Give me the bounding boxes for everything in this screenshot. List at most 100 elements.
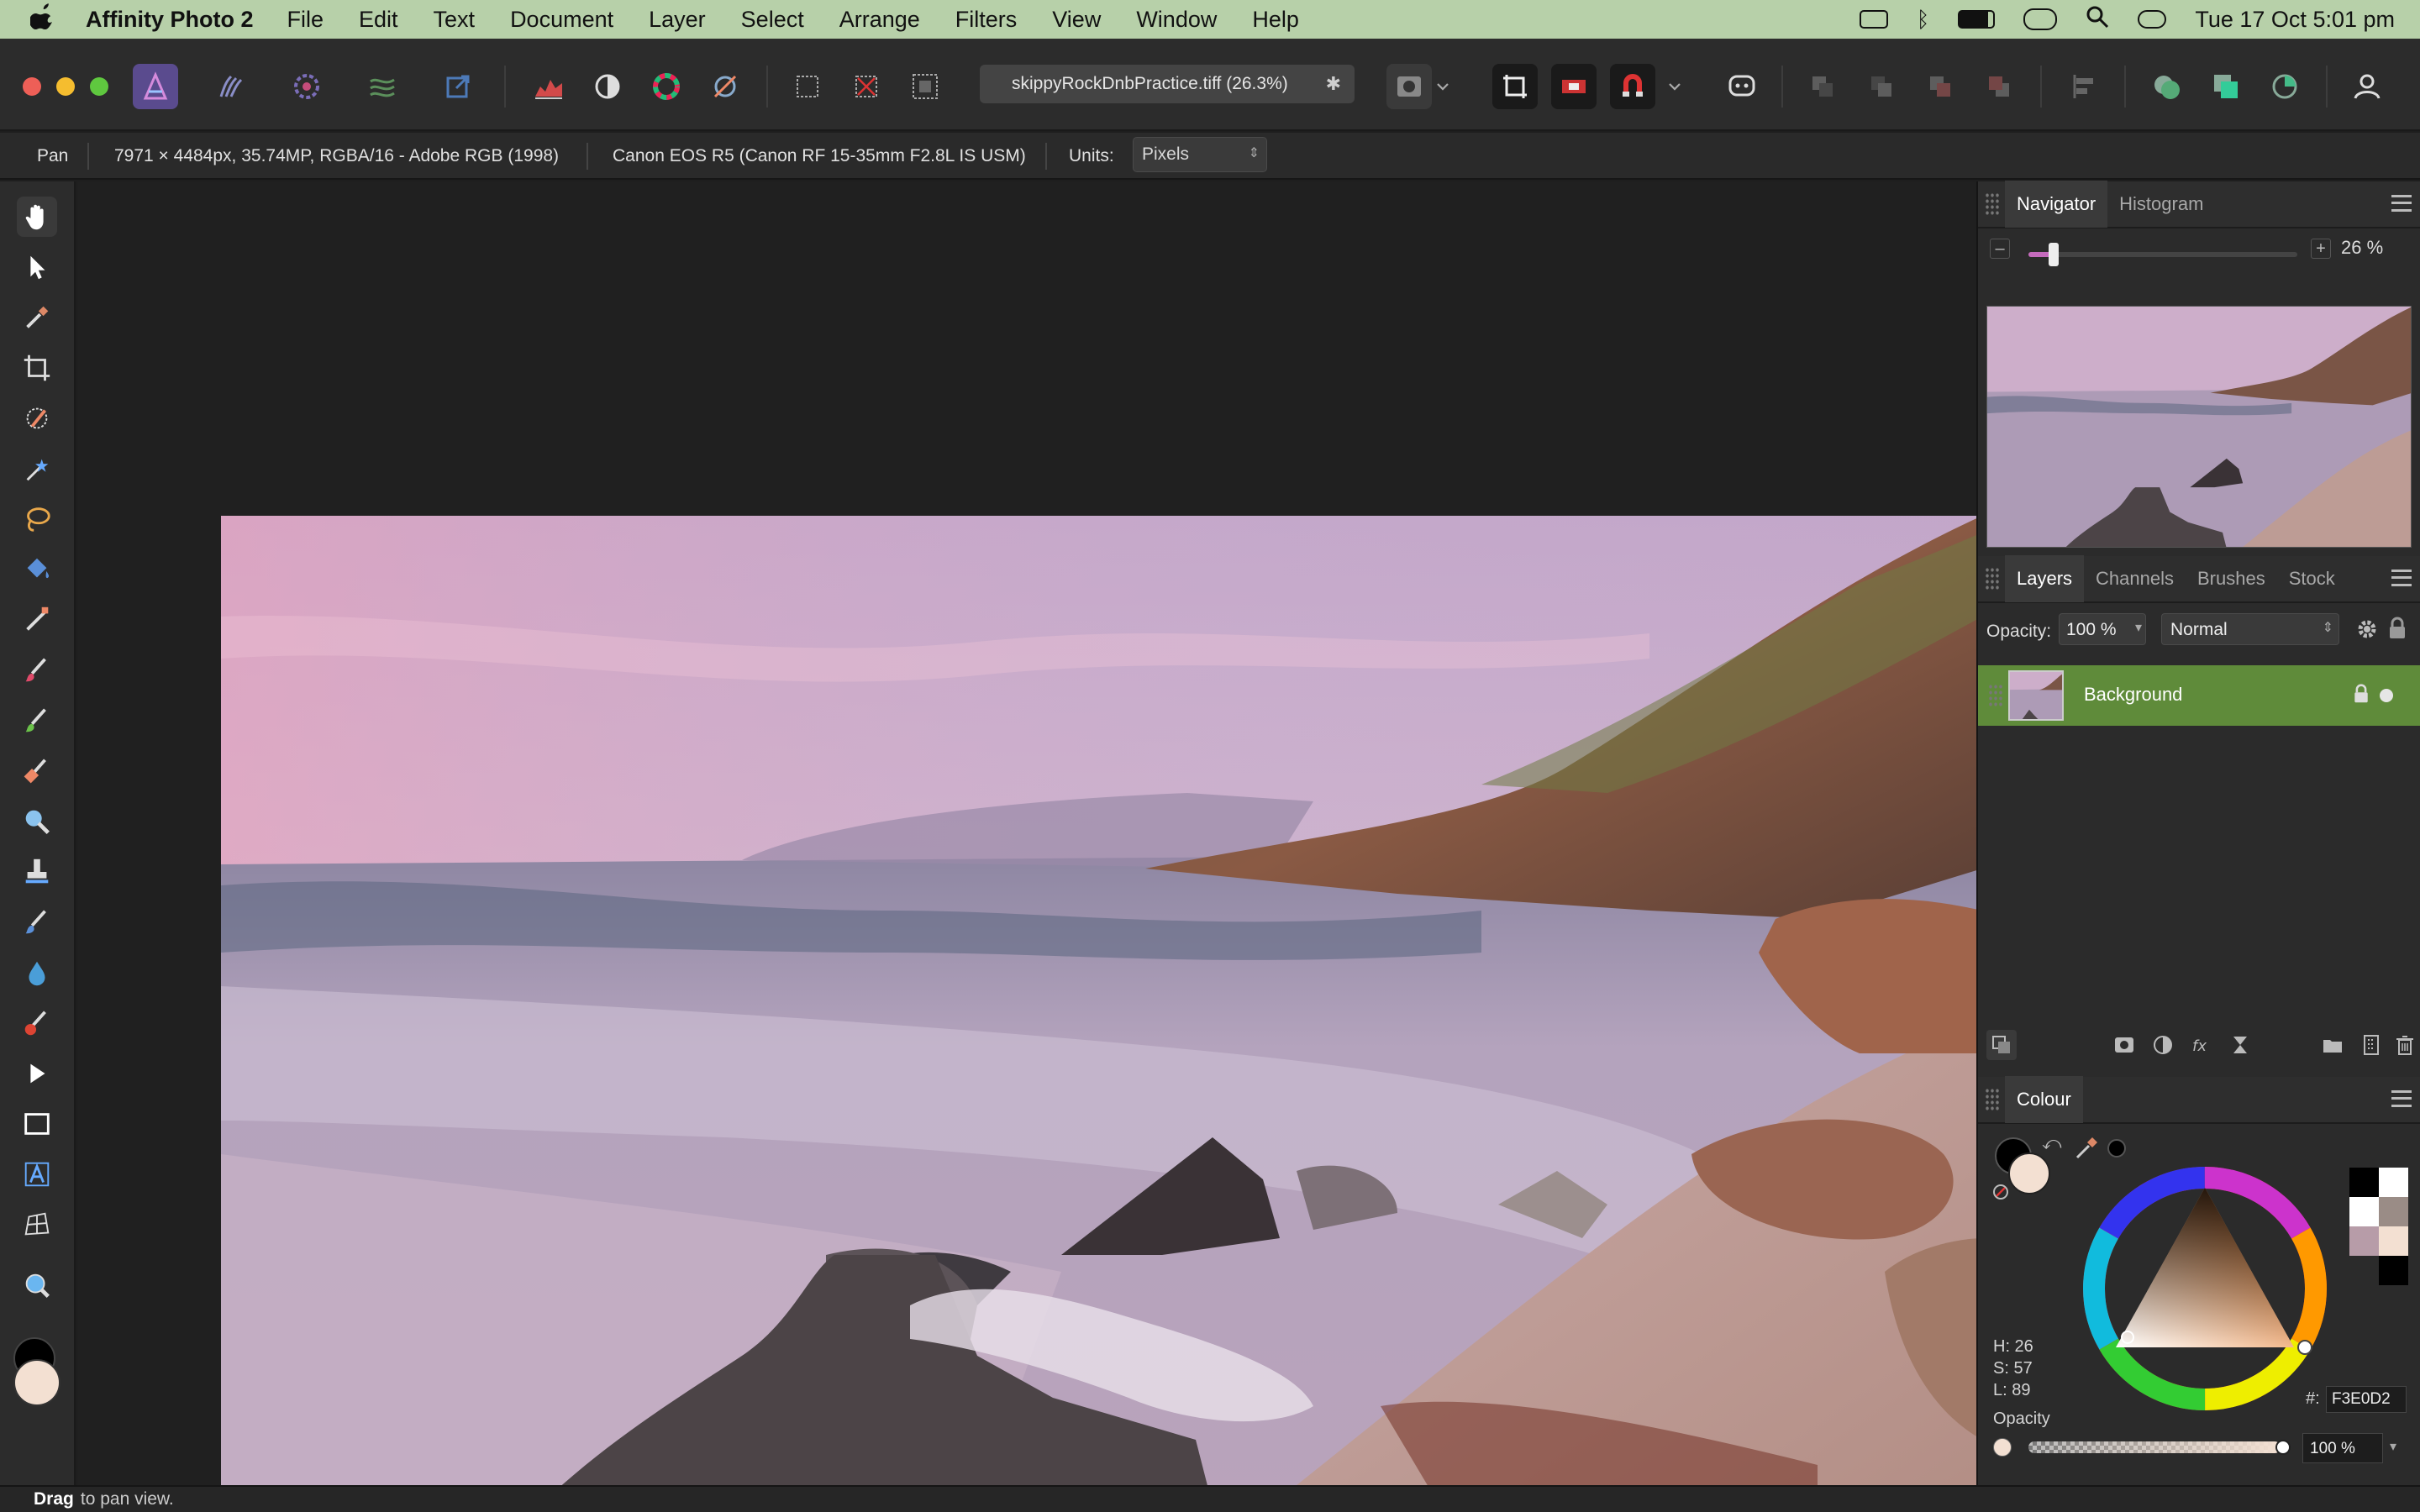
tab-colour[interactable]: Colour (2005, 1076, 2083, 1123)
mask-layer-icon[interactable] (2109, 1030, 2139, 1060)
layer-drag-handle-icon[interactable] (1988, 684, 2003, 707)
menu-edit[interactable]: Edit (359, 7, 398, 33)
panel-menu-icon[interactable] (2391, 1090, 2412, 1107)
fill-colour-well[interactable] (2008, 1152, 2050, 1194)
colour-opacity-slider-knob[interactable] (2275, 1440, 2291, 1455)
assistant-icon[interactable] (1719, 64, 1765, 109)
layer-name[interactable]: Background (2084, 684, 2182, 706)
menu-document[interactable]: Document (510, 7, 613, 33)
zoom-tool-icon[interactable] (17, 1265, 57, 1305)
auto-contrast-icon[interactable] (585, 64, 630, 109)
bluetooth-icon[interactable]: ᛒ (1917, 7, 1930, 33)
swatch[interactable] (2379, 1197, 2408, 1226)
subtract-boolean-icon[interactable] (2203, 64, 2249, 109)
zoom-in-icon[interactable]: + (2311, 239, 2331, 259)
quick-mask-dropdown-icon[interactable] (1430, 64, 1455, 109)
beach-photo-image[interactable] (221, 516, 1982, 1505)
panel-grip-icon[interactable] (1985, 1088, 2000, 1111)
panel-grip-icon[interactable] (1985, 567, 2000, 591)
marquee-select-icon[interactable] (785, 64, 830, 109)
move-back-one-icon[interactable] (1859, 64, 1904, 109)
export-persona-icon[interactable] (435, 64, 481, 109)
swatch[interactable] (2379, 1168, 2408, 1197)
clone-brush-tool-icon[interactable] (17, 852, 57, 892)
app-name-menu[interactable]: Affinity Photo 2 (86, 7, 253, 33)
zoom-value[interactable]: 26 % (2341, 237, 2383, 259)
colour-picker-tool-icon[interactable] (17, 297, 57, 338)
swatch[interactable] (2349, 1256, 2379, 1285)
menu-file[interactable]: File (287, 7, 324, 33)
menubar-clock[interactable]: Tue 17 Oct 5:01 pm (2195, 7, 2395, 33)
layer-settings-gear-icon[interactable] (2356, 618, 2378, 644)
rectangle-tool-icon[interactable] (17, 1104, 57, 1144)
spotlight-search-icon[interactable] (2086, 5, 2109, 34)
screen-mirroring-icon[interactable] (2023, 8, 2058, 30)
tone-mapping-persona-icon[interactable] (360, 64, 405, 109)
apple-icon[interactable] (29, 3, 55, 36)
close-document-icon[interactable]: ✱ (1326, 73, 1341, 95)
menu-layer[interactable]: Layer (649, 7, 706, 33)
colour-wheel[interactable] (2081, 1164, 2329, 1413)
blend-mode-select[interactable]: Normal ⇕ (2161, 613, 2339, 645)
paint-brush-tool-icon[interactable] (17, 650, 57, 690)
live-filter-hourglass-icon[interactable] (2225, 1030, 2255, 1060)
snapping-dropdown-icon[interactable] (1662, 64, 1687, 109)
menu-view[interactable]: View (1052, 7, 1101, 33)
chevron-down-icon[interactable]: ▾ (2135, 619, 2142, 636)
flood-select-tool-icon[interactable] (17, 449, 57, 489)
move-forward-one-icon[interactable] (1918, 64, 1963, 109)
menu-text[interactable]: Text (434, 7, 476, 33)
colour-opacity-slider[interactable] (2028, 1441, 2281, 1453)
delete-layer-trash-icon[interactable] (2390, 1030, 2420, 1060)
tab-navigator[interactable]: Navigator (2005, 181, 2108, 228)
layer-opacity-field[interactable]: 100 % ▾ (2059, 613, 2146, 645)
no-fill-icon[interactable] (1993, 1184, 2008, 1200)
units-select[interactable]: Pixels ⇕ (1133, 137, 1267, 172)
screen-share-icon[interactable] (1859, 10, 1888, 29)
fill-colour-swatch[interactable] (13, 1359, 60, 1406)
hand-tool-icon[interactable] (17, 197, 57, 237)
inpainting-brush-tool-icon[interactable] (17, 902, 57, 942)
colour-picker-icon[interactable] (2074, 1136, 2099, 1165)
crop-tool-icon[interactable] (17, 348, 57, 388)
menu-filters[interactable]: Filters (955, 7, 1018, 33)
tab-layers[interactable]: Layers (2005, 555, 2085, 602)
panel-menu-icon[interactable] (2391, 570, 2412, 586)
add-pixel-layer-icon[interactable] (2356, 1030, 2386, 1060)
layer-visibility-icon[interactable] (2380, 689, 2393, 702)
levels-adjustment-icon[interactable] (526, 64, 571, 109)
swatch[interactable] (2349, 1168, 2379, 1197)
mesh-warp-tool-icon[interactable] (17, 1205, 57, 1245)
snapping-magnet-icon[interactable] (1610, 64, 1655, 109)
node-tool-icon[interactable] (17, 1053, 57, 1094)
document-tab[interactable]: skippyRockDnbPractice.tiff (26.3%) ✱ (980, 65, 1355, 103)
move-tool-icon[interactable] (17, 247, 57, 287)
swatch[interactable] (2349, 1226, 2379, 1256)
navigator-preview[interactable] (1986, 306, 2412, 548)
layer-item[interactable]: Background (1978, 665, 2420, 726)
deselect-icon[interactable] (844, 64, 889, 109)
zoom-out-icon[interactable]: – (1990, 239, 2010, 259)
add-boolean-icon[interactable] (2144, 64, 2190, 109)
intersect-boolean-icon[interactable] (2262, 64, 2307, 109)
liquify-persona-icon[interactable] (208, 64, 254, 109)
swatch[interactable] (2379, 1226, 2408, 1256)
adjustment-layer-icon[interactable] (2148, 1030, 2178, 1060)
move-to-front-icon[interactable] (1976, 64, 2022, 109)
document-canvas[interactable] (77, 181, 1982, 1505)
alignment-icon[interactable] (2060, 64, 2106, 109)
fill-tool-icon[interactable] (17, 549, 57, 590)
chevron-down-icon[interactable]: ▾ (2390, 1438, 2396, 1455)
menu-window[interactable]: Window (1136, 7, 1217, 33)
tab-brushes[interactable]: Brushes (2186, 555, 2277, 602)
gradient-tool-icon[interactable] (17, 600, 57, 640)
hex-field[interactable]: F3E0D2 (2326, 1386, 2407, 1413)
swatch[interactable] (2349, 1197, 2379, 1226)
selection-brush-tool-icon[interactable] (17, 398, 57, 438)
invert-selection-icon[interactable] (902, 64, 948, 109)
auto-colour-icon[interactable] (644, 64, 689, 109)
auto-white-balance-icon[interactable] (702, 64, 748, 109)
menu-help[interactable]: Help (1252, 7, 1299, 33)
freehand-selection-tool-icon[interactable] (17, 499, 57, 539)
menu-select[interactable]: Select (741, 7, 804, 33)
